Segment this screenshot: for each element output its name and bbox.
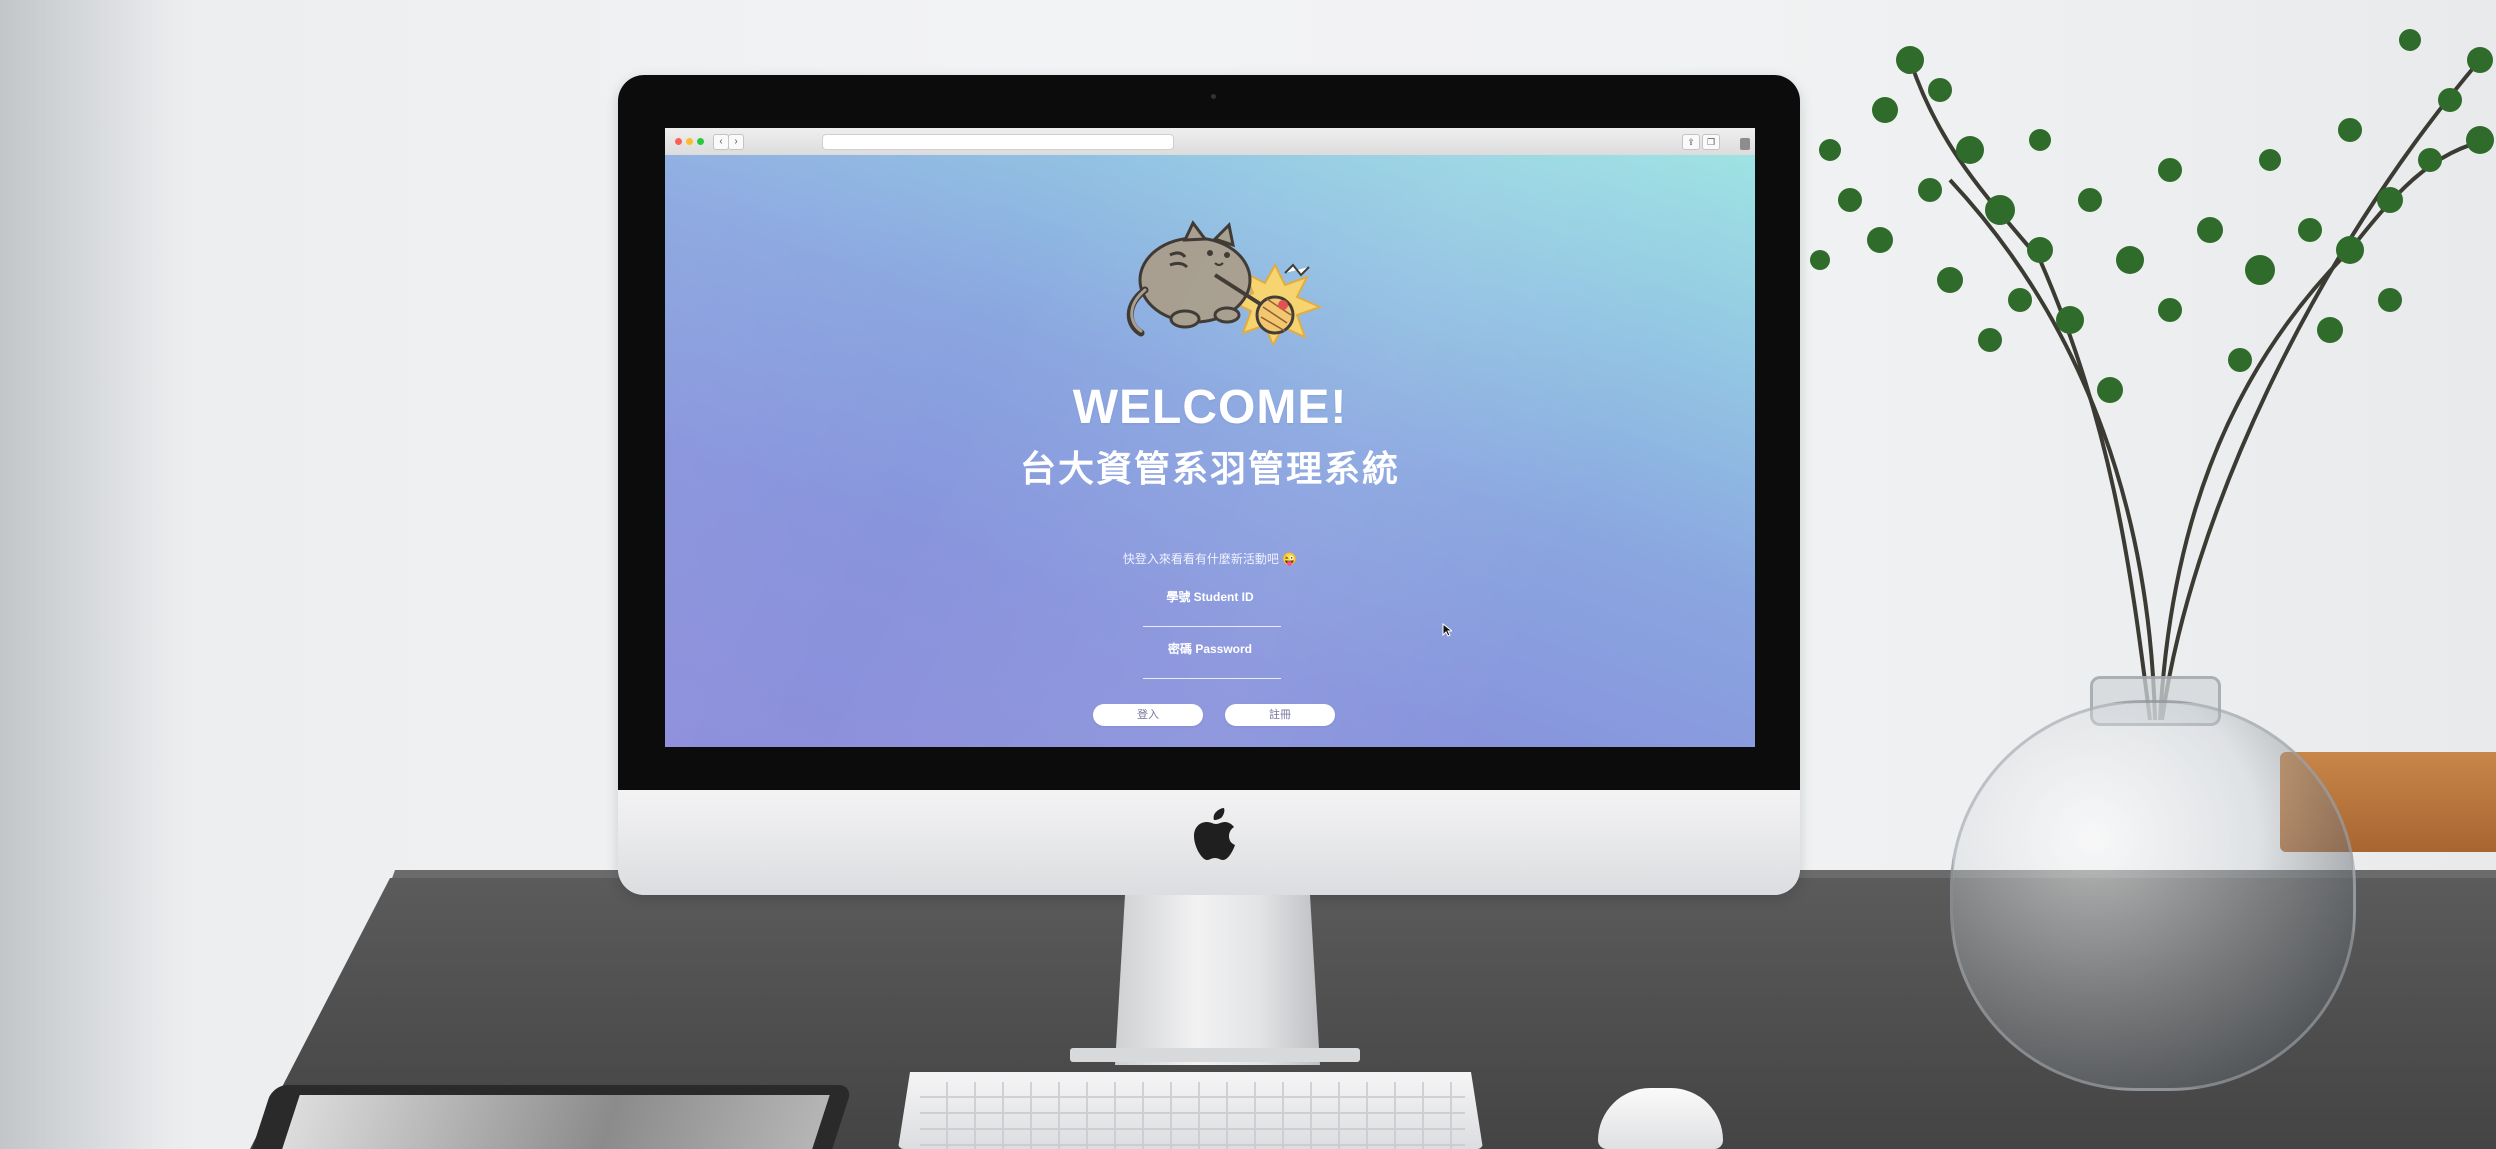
scrollbar[interactable] (1740, 138, 1750, 150)
student-id-label: 學號 Student ID (1166, 590, 1254, 604)
desk-scene: ‹ › ⇪ ❐ WELCOME! 台大資管系羽管理系統 快登入來看看有什麼新活動… (0, 0, 2496, 1149)
tablet-screen (280, 1095, 830, 1149)
cat-badminton-mascot (1126, 220, 1323, 345)
address-bar[interactable] (822, 134, 1174, 150)
browser-toolbar: ‹ › ⇪ ❐ (665, 128, 1755, 156)
login-tagline: 快登入來看看有什麼新活動吧 😜 (1122, 552, 1298, 566)
window-close-button[interactable] (675, 138, 682, 145)
forward-button[interactable]: › (728, 134, 744, 150)
keyboard-keys (920, 1082, 1465, 1149)
wall-shadow (0, 0, 170, 1149)
mouse-pointer-icon (1442, 623, 1452, 637)
welcome-heading: WELCOME! (1072, 381, 1348, 434)
register-button[interactable]: 註冊 (1225, 704, 1335, 726)
camera (1211, 94, 1216, 99)
imac-screen: ‹ › ⇪ ❐ WELCOME! 台大資管系羽管理系統 快登入來看看有什麼新活動… (665, 128, 1755, 747)
imac-stand (1115, 895, 1320, 1065)
window-maximize-button[interactable] (697, 138, 704, 145)
imac-stand-base (1070, 1048, 1360, 1062)
password-label: 密碼 Password (1167, 642, 1253, 656)
tab-overview-button[interactable]: ❐ (1702, 134, 1720, 150)
plant-illustration (1810, 29, 2494, 720)
back-button[interactable]: ‹ (713, 134, 729, 150)
glass-vase (1950, 700, 2356, 1091)
login-button[interactable]: 登入 (1093, 704, 1203, 726)
student-id-input[interactable] (1143, 608, 1281, 627)
apple-icon (1194, 808, 1235, 860)
password-input[interactable] (1143, 660, 1281, 679)
login-page: WELCOME! 台大資管系羽管理系統 快登入來看看有什麼新活動吧 😜 學號 S… (665, 155, 1755, 747)
window-minimize-button[interactable] (686, 138, 693, 145)
system-title: 台大資管系羽管理系統 (1019, 448, 1400, 489)
share-button[interactable]: ⇪ (1682, 134, 1700, 150)
